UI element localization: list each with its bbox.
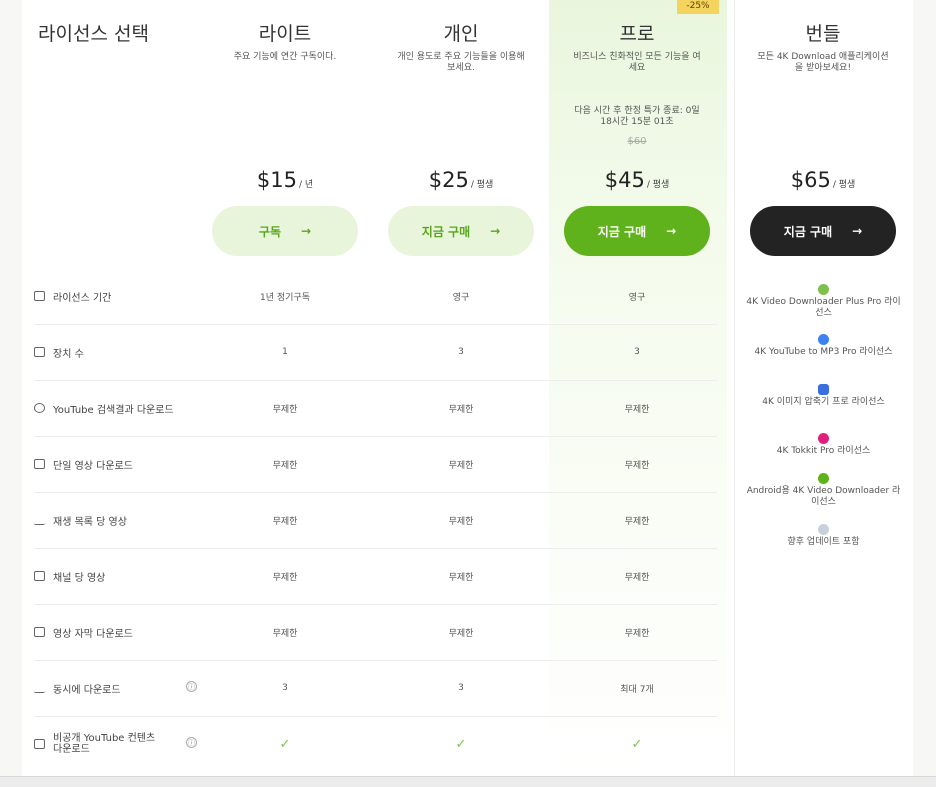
personal-devices: 3: [458, 347, 464, 357]
pro-devices: 3: [634, 347, 640, 357]
feature-row-concurrent-downloads: 동시에 다운로드 ⓘ 3 3 최대 7개: [34, 660, 717, 717]
pro-playlist: 무제한: [624, 516, 650, 527]
bundle-item-vd-plus: 4K Video Downloader Plus Pro 라이선스: [746, 284, 901, 319]
pro-search-results: 무제한: [624, 404, 650, 415]
plan-bundle-price: $65/ 평생: [790, 168, 856, 192]
personal-playlist: 무제한: [448, 516, 474, 527]
video-icon: [34, 459, 45, 469]
plan-lite-desc: 주요 기능에 연간 구독이다.: [233, 52, 337, 62]
lite-subtitles: 무제한: [272, 628, 298, 639]
image-compressor-app-icon: [818, 384, 829, 395]
subscribe-lite-button[interactable]: 구독 →: [212, 206, 358, 256]
personal-single-video: 무제한: [448, 460, 474, 471]
plan-pro-price: $45/ 평생: [604, 168, 670, 192]
personal-search-results: 무제한: [448, 404, 474, 415]
feature-row-license-period: 라이선스 기간 1년 정기구독 영구 영구: [34, 268, 717, 325]
info-icon[interactable]: ⓘ: [186, 681, 197, 692]
plan-lite-name: 라이트: [258, 23, 312, 45]
buy-bundle-button[interactable]: 지금 구매 →: [750, 206, 896, 256]
arrow-right-icon: →: [490, 224, 501, 238]
discount-badge: -25%: [677, 0, 719, 14]
search-result-icon: [34, 403, 45, 413]
personal-concurrent-downloads: 3: [458, 683, 464, 693]
feature-row-search-results: YouTube 검색결과 다운로드 무제한 무제한 무제한: [34, 380, 717, 437]
bundle-item-mp3: 4K YouTube to MP3 Pro 라이선스: [746, 334, 901, 358]
buy-personal-button[interactable]: 지금 구매 →: [388, 206, 534, 256]
plan-lite-price: $15/ 년: [256, 168, 314, 192]
plan-pro-promo-timer: 다음 시간 후 한정 특가 종료: 0일 18시간 15분 01초: [574, 106, 700, 127]
lite-concurrent-downloads: 3: [282, 683, 288, 693]
channel-icon: [34, 571, 45, 581]
plan-pro-name: 프로: [619, 23, 655, 45]
plan-pro-header: 프로 비즈니스 친화적인 모든 기능을 여세요 다음 시간 후 한정 특가 종료…: [564, 22, 710, 147]
bundle-item-updates: 향후 업데이트 포함: [746, 524, 901, 548]
tokkit-app-icon: [818, 433, 829, 444]
personal-license-period: 영구: [452, 292, 470, 303]
feature-row-playlist: 재생 목록 당 영상 무제한 무제한 무제한: [34, 492, 717, 549]
plan-personal-header: 개인 개인 용도로 주요 기능들을 이용해 보세요.: [388, 22, 534, 74]
pro-private-check-icon: ✓: [631, 736, 643, 752]
bottom-scrollbar[interactable]: [0, 776, 936, 787]
subtitles-icon: [34, 627, 45, 637]
pro-concurrent-downloads: 최대 7개: [620, 684, 654, 695]
pro-channel: 무제한: [624, 572, 650, 583]
pro-license-period: 영구: [628, 292, 646, 303]
lite-license-period: 1년 정기구독: [260, 292, 310, 303]
page-title: 라이선스 선택: [38, 23, 149, 45]
lite-search-results: 무제한: [272, 404, 298, 415]
devices-icon: [34, 347, 45, 357]
plan-personal-price: $25/ 평생: [428, 168, 494, 192]
bundle-item-tokkit: 4K Tokkit Pro 라이선스: [746, 433, 901, 457]
personal-private-check-icon: ✓: [455, 736, 467, 752]
plan-lite-header: 라이트 주요 기능에 연간 구독이다.: [212, 22, 358, 63]
android-app-icon: [818, 473, 829, 484]
lite-private-check-icon: ✓: [279, 736, 291, 752]
mp3-app-icon: [818, 334, 829, 345]
feature-row-single-video: 단일 영상 다운로드 무제한 무제한 무제한: [34, 436, 717, 493]
plan-pro-desc: 비즈니스 친화적인 모든 기능을 여세요: [573, 52, 701, 73]
lite-single-video: 무제한: [272, 460, 298, 471]
pro-subtitles: 무제한: [624, 628, 650, 639]
lock-icon: [34, 739, 45, 749]
feature-row-devices: 장치 수 1 3 3: [34, 324, 717, 381]
plan-personal-desc: 개인 용도로 주요 기능들을 이용해 보세요.: [397, 52, 525, 73]
vd-plus-app-icon: [818, 284, 829, 295]
plan-bundle-name: 번들: [805, 23, 841, 45]
bundle-item-android: Android용 4K Video Downloader 라이선스: [746, 473, 901, 508]
playlist-icon: [34, 515, 45, 525]
info-icon[interactable]: ⓘ: [186, 737, 197, 748]
feature-row-channel: 채널 당 영상 무제한 무제한 무제한: [34, 548, 717, 605]
lite-playlist: 무제한: [272, 516, 298, 527]
lite-devices: 1: [282, 347, 288, 357]
plan-bundle-desc: 모든 4K Download 애플리케이션을 받아보세요!: [757, 52, 889, 73]
plan-pro-old-price: $60: [627, 136, 647, 147]
calendar-icon: [34, 291, 45, 301]
bundle-item-image-compressor: 4K 이미지 압축기 프로 라이선스: [746, 384, 901, 408]
buy-pro-button[interactable]: 지금 구매 →: [564, 206, 710, 256]
updates-icon: [818, 524, 829, 535]
arrow-right-icon: →: [852, 224, 863, 238]
arrow-right-icon: →: [301, 224, 312, 238]
plan-personal-name: 개인: [443, 23, 479, 45]
arrow-right-icon: →: [666, 224, 677, 238]
feature-row-private-content: 비공개 YouTube 컨텐츠 다운로드 ⓘ ✓ ✓ ✓: [34, 716, 717, 772]
feature-row-subtitles: 영상 자막 다운로드 무제한 무제한 무제한: [34, 604, 717, 661]
personal-subtitles: 무제한: [448, 628, 474, 639]
download-icon: [34, 683, 45, 693]
personal-channel: 무제한: [448, 572, 474, 583]
pro-single-video: 무제한: [624, 460, 650, 471]
plan-bundle-header: 번들 모든 4K Download 애플리케이션을 받아보세요!: [750, 22, 896, 74]
lite-channel: 무제한: [272, 572, 298, 583]
